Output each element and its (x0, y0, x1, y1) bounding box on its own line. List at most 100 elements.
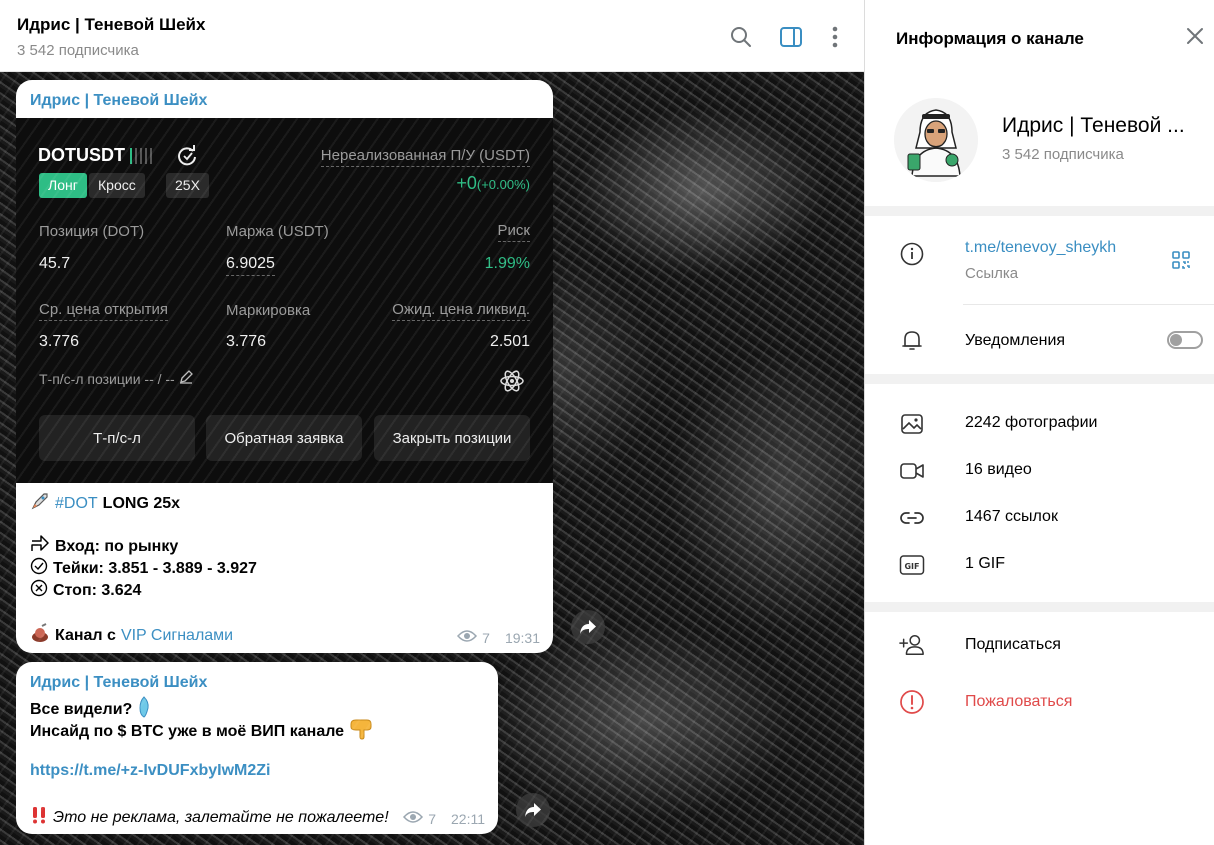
entry-price-value: 3.776 (39, 333, 80, 350)
chat-subscribers: 3 542 подписчика (17, 42, 139, 59)
channel-link[interactable]: t.me/tenevoy_sheykh (965, 239, 1116, 257)
entry-line: Вход: по рынку (30, 535, 178, 558)
views-count: 7 (428, 810, 436, 827)
trade-symbol: DOTUSDT (38, 145, 125, 165)
panel-title: Информация о канале (896, 29, 1084, 48)
notifications-label: Уведомления (965, 332, 1066, 349)
mark-price-label: Маркировка (226, 302, 311, 319)
photos-count[interactable]: 2242 фотографии (965, 414, 1097, 432)
position-label: Позиция (DOT) (39, 223, 145, 240)
channel-info-panel: Информация о канале Идрис | Теневой ... (864, 0, 1214, 845)
liq-price-label: Ожид. цена ликвид. (392, 301, 530, 321)
warning-icon (899, 689, 925, 715)
share-icon[interactable] (571, 610, 605, 644)
stop-line: Стоп: 3.624 (30, 579, 141, 602)
info-icon (899, 241, 925, 267)
invite-link[interactable]: https://t.me/+z-IvDUFxbyIwM2Zi (30, 762, 270, 780)
atom-icon (499, 368, 525, 399)
entry-price-label: Ср. цена открытия (39, 301, 169, 321)
message-meta: 7 19:31 (457, 629, 540, 646)
message-sender[interactable]: Идрис | Теневой Шейх (30, 92, 207, 110)
message-note: Это не реклама, залетайте не пожалеете! (53, 808, 389, 826)
takes-text: Тейки: 3.851 - 3.889 - 3.927 (53, 559, 257, 577)
tag-cross: Кросс (89, 173, 145, 198)
entry-text: Вход: по рынку (55, 537, 179, 555)
chat-title[interactable]: Идрис | Теневой Шейх (17, 15, 205, 35)
edit-icon (179, 370, 193, 387)
link-icon (899, 505, 925, 531)
risk-value: 1.99% (484, 255, 530, 272)
channel-link-caption: Ссылка (965, 265, 1019, 282)
message-bubble[interactable]: Идрис | Теневой Шейх Все видели? Инсайд … (16, 662, 498, 834)
tpsl-button[interactable]: Т-п/с-л (39, 415, 195, 461)
avatar[interactable] (894, 98, 978, 182)
telegram-window: Идрис | Теневой Шейх 3 542 подписчика Ид… (0, 0, 1214, 845)
share-arrow-icon (30, 535, 50, 558)
more-icon[interactable] (822, 24, 848, 50)
tpsl-row: Т-п/с-л позиции -- / -- (39, 370, 193, 387)
views-count: 7 (482, 629, 490, 646)
mark-price-value: 3.776 (226, 333, 267, 350)
position-value: 45.7 (39, 255, 71, 272)
risk-label: Риск (497, 222, 530, 242)
stop-text: Стоп: 3.624 (53, 581, 142, 599)
svg-text:GIF: GIF (904, 562, 919, 571)
vip-link[interactable]: VIP Сигналами (121, 627, 233, 645)
message-time: 19:31 (504, 629, 540, 646)
reverse-order-button[interactable]: Обратная заявка (206, 415, 362, 461)
rocket-icon (30, 491, 50, 516)
chat-header[interactable]: Идрис | Теневой Шейх 3 542 подписчика (0, 0, 864, 72)
tag-long: Лонг (39, 173, 87, 198)
links-count[interactable]: 1467 ссылок (965, 508, 1058, 526)
gifs-count[interactable]: 1 GIF (965, 555, 1005, 573)
footer-line: Канал с VIP Сигналами (30, 623, 233, 648)
message-meta: 7 22:11 (403, 810, 485, 827)
chat-background: Идрис | Теневой Шейх DOTUSDT Лонг Кросс … (0, 72, 864, 845)
pnl-value: +0(+0.00%) (456, 173, 530, 193)
point-down-icon (349, 718, 373, 745)
eye-icon (457, 629, 478, 646)
sidebar-toggle-icon[interactable] (778, 24, 804, 50)
message-time: 22:11 (451, 810, 485, 827)
eye-icon (403, 810, 424, 827)
subscribe-button[interactable]: Подписаться (965, 636, 1061, 654)
tag-leverage: 25X (166, 173, 209, 198)
margin-label: Маржа (USDT) (226, 223, 329, 240)
bell-icon (899, 327, 925, 353)
signal-bars (130, 148, 152, 164)
report-button[interactable]: Пожаловаться (965, 693, 1072, 711)
message-sender[interactable]: Идрис | Теневой Шейх (30, 674, 207, 692)
crystal-icon (137, 696, 151, 723)
videos-count[interactable]: 16 видео (965, 461, 1032, 479)
channel-name: Идрис | Теневой ... (1002, 114, 1185, 137)
message-line: Все видели? (30, 696, 151, 723)
hashtag-link[interactable]: #DOT (55, 495, 98, 513)
search-icon[interactable] (728, 24, 754, 50)
panel-actions-section: Подписаться Пожаловаться (865, 612, 1214, 845)
qr-icon[interactable] (1171, 250, 1191, 275)
takes-line: Тейки: 3.851 - 3.889 - 3.927 (30, 557, 257, 580)
close-icon[interactable] (1185, 26, 1205, 51)
message-bubble[interactable]: Идрис | Теневой Шейх DOTUSDT Лонг Кросс … (16, 80, 553, 653)
close-positions-button[interactable]: Закрыть позиции (374, 415, 530, 461)
panel-header-section: Информация о канале Идрис | Теневой ... (865, 0, 1214, 206)
tpsl-label: Т-п/с-л позиции -- / -- (39, 370, 175, 387)
liq-price-value: 2.501 (489, 333, 530, 350)
trade-card-image[interactable]: DOTUSDT Лонг Кросс 25X Нереализованная П… (16, 118, 553, 483)
channel-subscribers: 3 542 подписчика (1002, 146, 1124, 163)
check-circle-icon (30, 557, 48, 580)
video-icon (899, 458, 925, 484)
panel-media-section: 2242 фотографии 16 видео 1467 ссылок GIF… (865, 384, 1214, 602)
exclamation-icon (30, 806, 48, 829)
signal-line: #DOT LONG 25x (30, 491, 180, 516)
panel-info-section: t.me/tenevoy_sheykh Ссылка Уведомления (865, 216, 1214, 374)
image-icon (899, 411, 925, 437)
pnl-label: Нереализованная П/У (USDT) (320, 147, 530, 167)
message-line: https://t.me/+z-IvDUFxbyIwM2Zi (30, 762, 270, 780)
notifications-toggle[interactable] (1167, 331, 1203, 349)
cross-circle-icon (30, 579, 48, 602)
message-line: Инсайд по $ BTC уже в моё ВИП канале (30, 718, 373, 745)
margin-value: 6.9025 (226, 255, 275, 276)
share-icon[interactable] (516, 793, 550, 827)
message-line: Это не реклама, залетайте не пожалеете! (30, 806, 389, 829)
